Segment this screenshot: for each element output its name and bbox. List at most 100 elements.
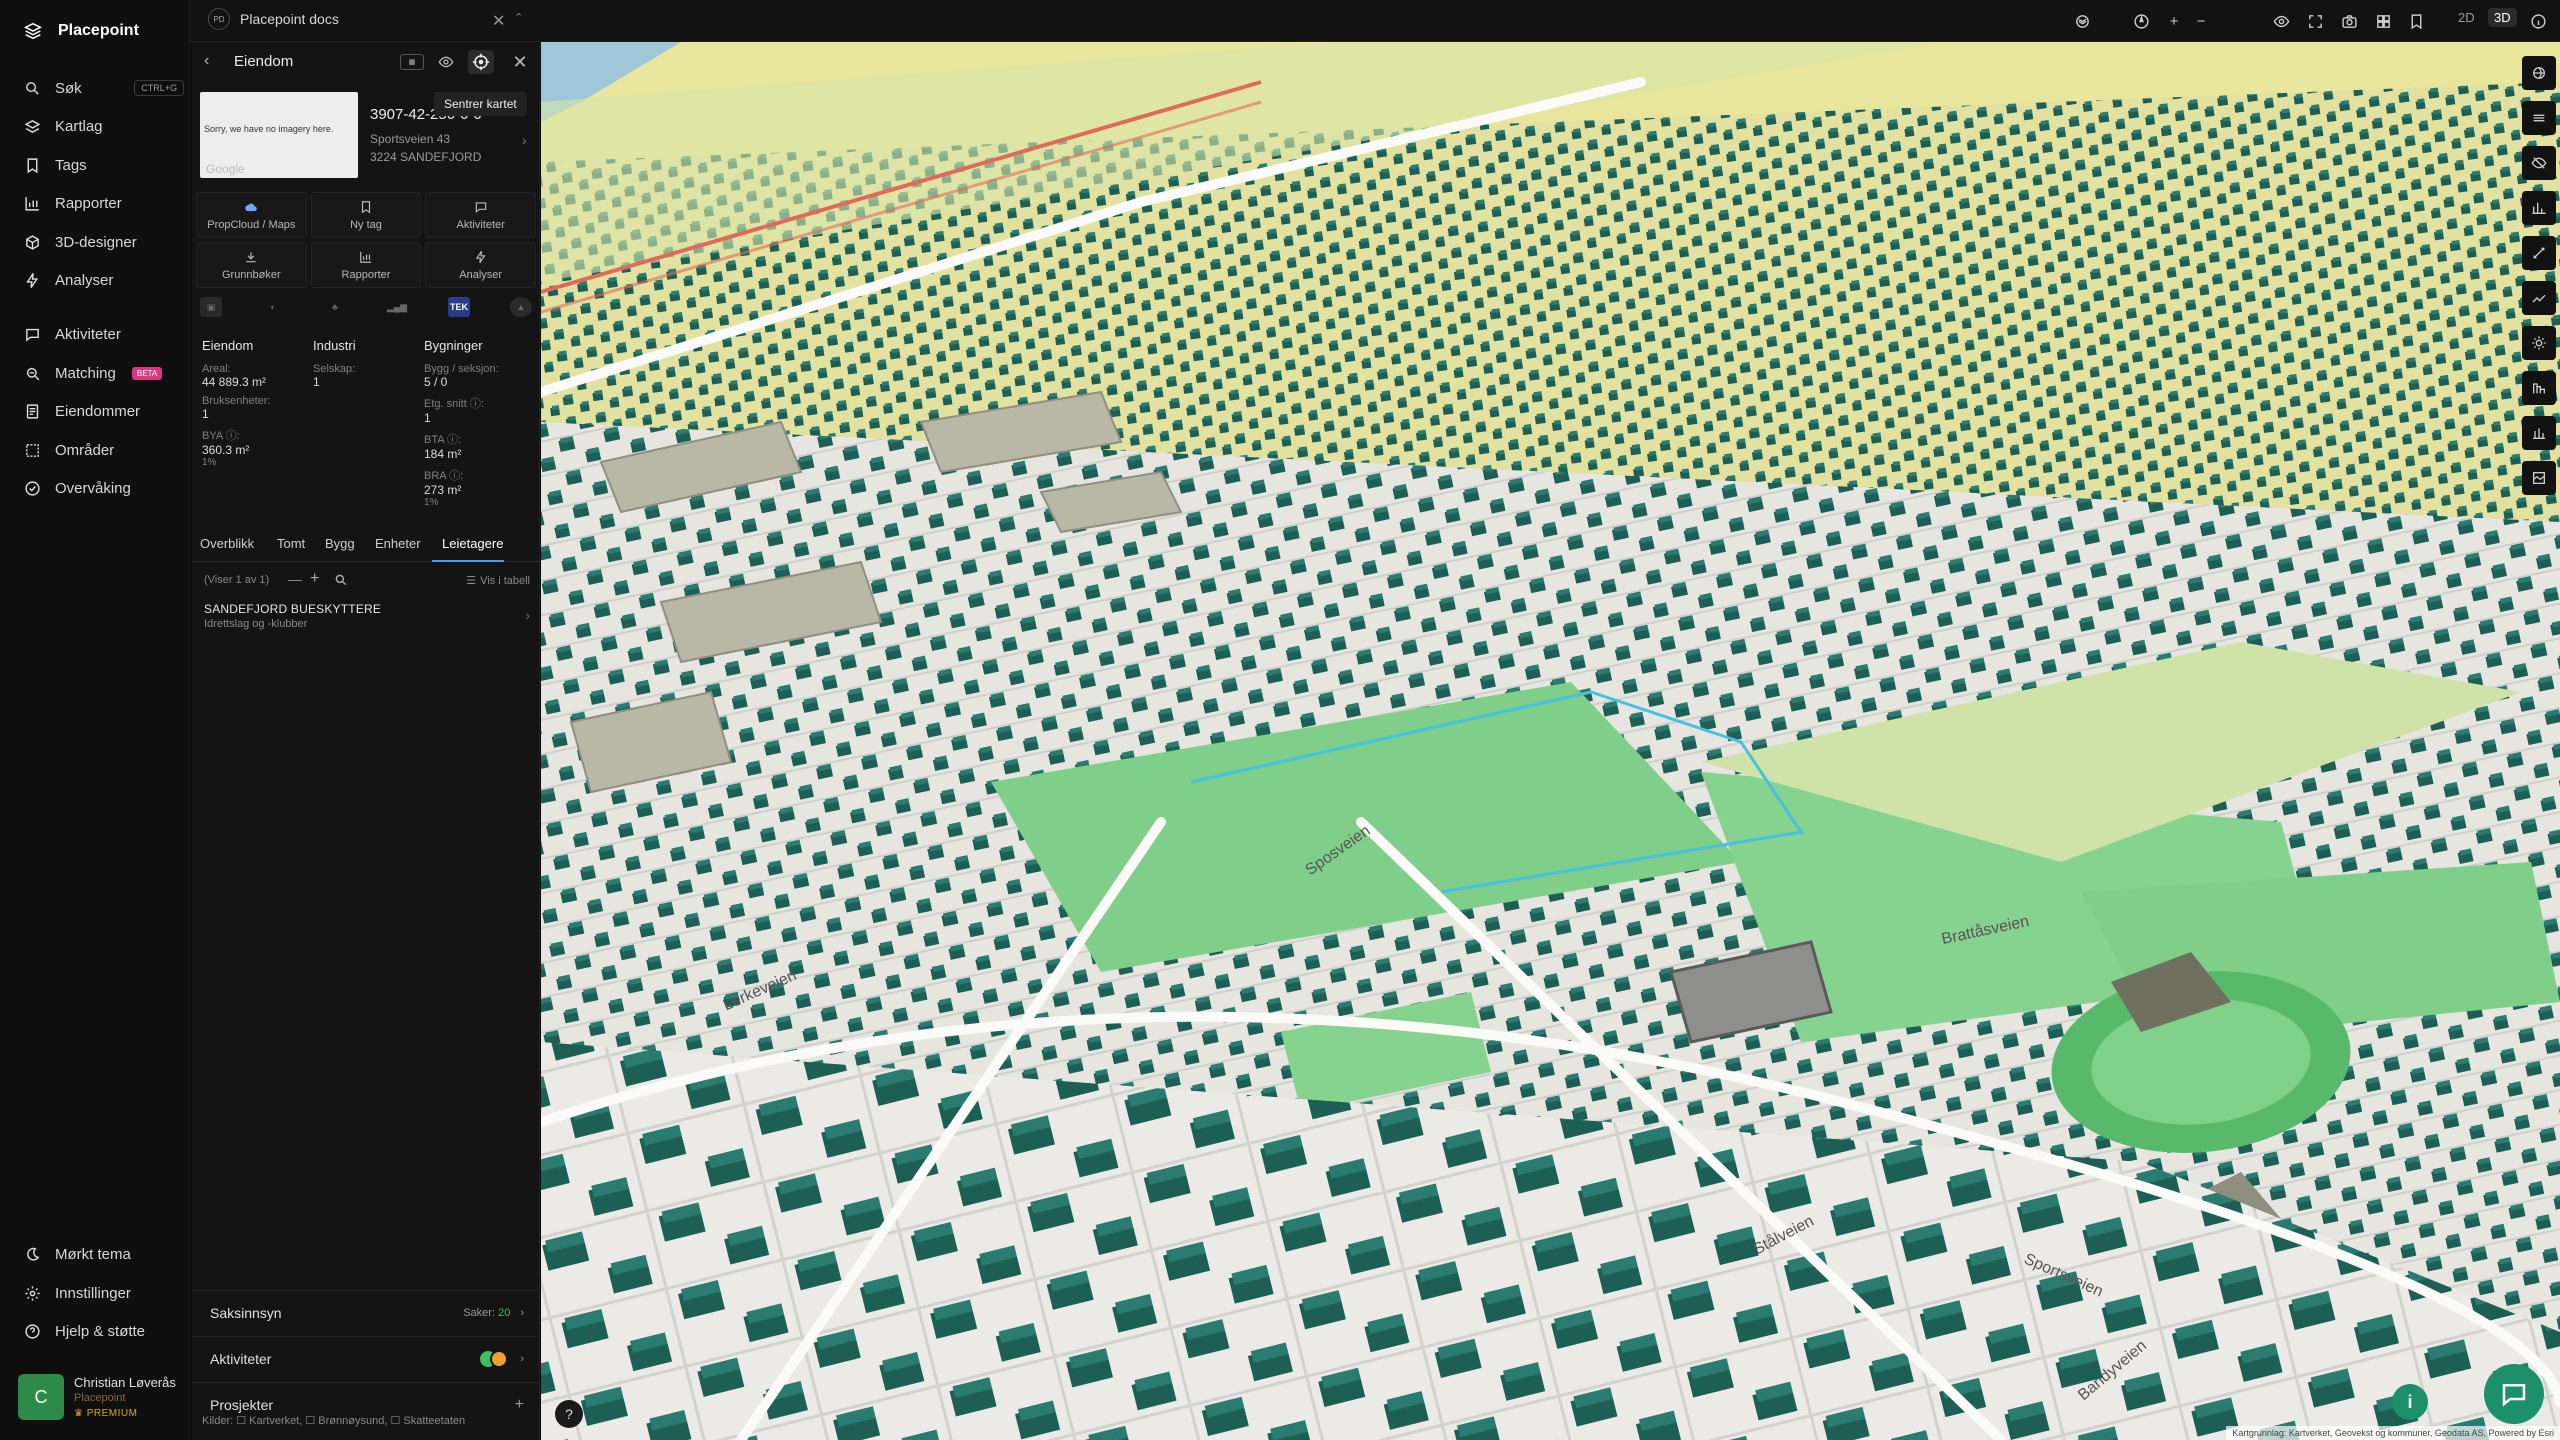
document-icon: [26, 403, 39, 419]
area-value: 44 889.3 m²: [202, 375, 267, 389]
info-icon: i: [2407, 1391, 2413, 1412]
id-card-icon[interactable]: ▦: [400, 54, 424, 70]
stack-icon: [2533, 114, 2545, 122]
nav-item-3d-designer[interactable]: 3D-designer: [24, 230, 184, 254]
grid-view-button[interactable]: [2371, 9, 2395, 33]
add-icon[interactable]: +: [515, 1396, 524, 1414]
compass-button[interactable]: [2129, 9, 2153, 33]
map-canvas-3d[interactable]: Stålveien Sportsveien Bandyveien Brattås…: [541, 42, 2560, 1440]
tab-enheter[interactable]: Enheter: [375, 532, 421, 555]
column-heading: Eiendom: [202, 338, 254, 353]
map-tool-button[interactable]: [2522, 326, 2556, 360]
map-tool-button[interactable]: [2522, 191, 2556, 225]
close-icon[interactable]: ✕: [510, 52, 530, 72]
document-badge: PD: [208, 8, 230, 30]
visibility-button[interactable]: [2269, 9, 2293, 33]
land-registry-button[interactable]: Grunnbøker: [196, 242, 307, 288]
nav-item-aktiviteter[interactable]: Aktiviteter: [24, 322, 184, 346]
chat-support-button[interactable]: [2484, 1364, 2544, 1424]
center-map-button[interactable]: [468, 50, 494, 74]
info-button[interactable]: [2526, 9, 2550, 33]
cube-icon: [26, 234, 39, 250]
bars-source-icon[interactable]: ▂▄▆: [386, 297, 408, 317]
chat-icon: [26, 328, 39, 342]
screenshot-button[interactable]: [2337, 9, 2361, 33]
map-tool-button[interactable]: [2522, 236, 2556, 270]
bolt-icon: [475, 250, 486, 263]
zoom-in-button[interactable]: +: [2162, 9, 2186, 33]
nav-item-analyser[interactable]: Analyser: [24, 268, 184, 292]
user-plan-label: PREMIUM: [86, 1408, 138, 1419]
map-tool-button[interactable]: [2522, 461, 2556, 495]
nav-item-omrader[interactable]: Områder: [24, 438, 184, 462]
collapse-icon[interactable]: —: [288, 571, 302, 587]
view-3d-toggle[interactable]: 3D: [2488, 8, 2517, 27]
nav-item-label: Innstillinger: [55, 1284, 131, 1302]
eye-icon[interactable]: [436, 52, 456, 72]
map-tool-button[interactable]: [2522, 146, 2556, 180]
nav-item-label: Overvåking: [55, 479, 131, 497]
chat-icon: [2502, 1384, 2526, 1407]
app-brand[interactable]: Placepoint: [22, 20, 139, 42]
tab-tomt[interactable]: Tomt: [277, 532, 305, 555]
new-tag-button[interactable]: Ny tag: [310, 192, 422, 238]
add-icon[interactable]: +: [310, 570, 319, 588]
column-industri: Industri Selskap: 1: [313, 338, 424, 508]
nav-item-dark-theme[interactable]: Mørkt tema: [24, 1242, 184, 1266]
zoom-out-button[interactable]: −: [2189, 9, 2213, 33]
map-tool-button[interactable]: [2522, 56, 2556, 90]
reports-button[interactable]: Rapporter: [310, 242, 422, 288]
section-saksinnsyn[interactable]: Saksinnsyn Saker: 20 ›: [192, 1290, 540, 1334]
nav-item-rapporter[interactable]: Rapporter: [24, 191, 184, 215]
document-tab[interactable]: PD Placepoint docs: [208, 8, 339, 30]
bookmark-button[interactable]: [2404, 9, 2428, 33]
section-aktiviteter[interactable]: Aktiviteter ›: [192, 1336, 540, 1380]
layers-toggle-button[interactable]: [2070, 9, 2094, 33]
map-tool-button[interactable]: [2522, 416, 2556, 450]
nav-item-matching[interactable]: Matching BETA: [24, 361, 184, 385]
tab-bygg[interactable]: Bygg: [325, 532, 355, 555]
more-source-icon[interactable]: ▲: [510, 297, 532, 317]
nav-item-settings[interactable]: Innstillinger: [24, 1281, 184, 1305]
map-tool-button[interactable]: [2522, 101, 2556, 135]
search-icon[interactable]: [334, 573, 348, 587]
nav-item-search[interactable]: Søk CTRL+G: [24, 76, 184, 100]
nav-item-help[interactable]: Hjelp & støtte: [24, 1319, 184, 1343]
user-name: Christian Løverås: [74, 1375, 176, 1390]
user-organization: Placepoint: [74, 1392, 126, 1404]
map-tool-button[interactable]: [2522, 371, 2556, 405]
nav-item-eiendommer[interactable]: Eiendommer: [24, 399, 184, 423]
map-help-button[interactable]: ?: [555, 1400, 583, 1428]
map-scene: [541, 42, 2560, 1440]
column-heading: Bygninger: [424, 338, 483, 353]
chevron-left-icon[interactable]: ‹: [204, 52, 209, 70]
nav-item-overvaking[interactable]: Overvåking: [24, 476, 184, 500]
user-profile[interactable]: C Christian Løverås Placepoint ♛ PREMIUM: [18, 1373, 178, 1421]
close-tab-icon[interactable]: ✕: [492, 11, 505, 31]
view-in-table-link[interactable]: ☰ Vis i tabell: [466, 574, 530, 588]
section-label: Aktiviteter: [210, 1350, 272, 1367]
trees-source-icon[interactable]: ♣: [324, 297, 346, 317]
address-postal: 3224 SANDEFJORD: [370, 150, 482, 164]
view-2d-toggle[interactable]: 2D: [2458, 10, 2475, 25]
tab-leietagere[interactable]: Leietagere: [442, 532, 503, 555]
tab-overblikk[interactable]: Overblikk: [200, 532, 254, 555]
analyses-button[interactable]: Analyser: [425, 242, 536, 288]
propcloud-button[interactable]: PropCloud / Maps: [196, 192, 307, 238]
tek-source-badge[interactable]: TEK: [448, 297, 470, 317]
map-info-button[interactable]: i: [2392, 1384, 2428, 1420]
nav-item-kartlag[interactable]: Kartlag: [24, 114, 184, 138]
activities-button[interactable]: Aktiviteter: [425, 192, 536, 238]
map-tool-button[interactable]: [2522, 281, 2556, 315]
nav-item-tags[interactable]: Tags: [24, 153, 184, 177]
list-item[interactable]: SANDEFJORD BUESKYTTERE Idrettslag og -kl…: [204, 602, 530, 642]
chart-icon: [360, 251, 372, 263]
cadastre-source-icon[interactable]: ▣: [200, 297, 222, 317]
cloud-icon: [245, 203, 258, 211]
chevron-right-icon[interactable]: ›: [522, 132, 527, 148]
globe-source-icon[interactable]: ◐: [262, 297, 284, 317]
property-thumbnail[interactable]: Sorry, we have no imagery here. Google: [200, 92, 358, 178]
fullscreen-button[interactable]: [2303, 9, 2327, 33]
shortcut-badge: CTRL+G: [134, 80, 184, 96]
chevron-updown-icon[interactable]: ⌃: [514, 11, 523, 24]
